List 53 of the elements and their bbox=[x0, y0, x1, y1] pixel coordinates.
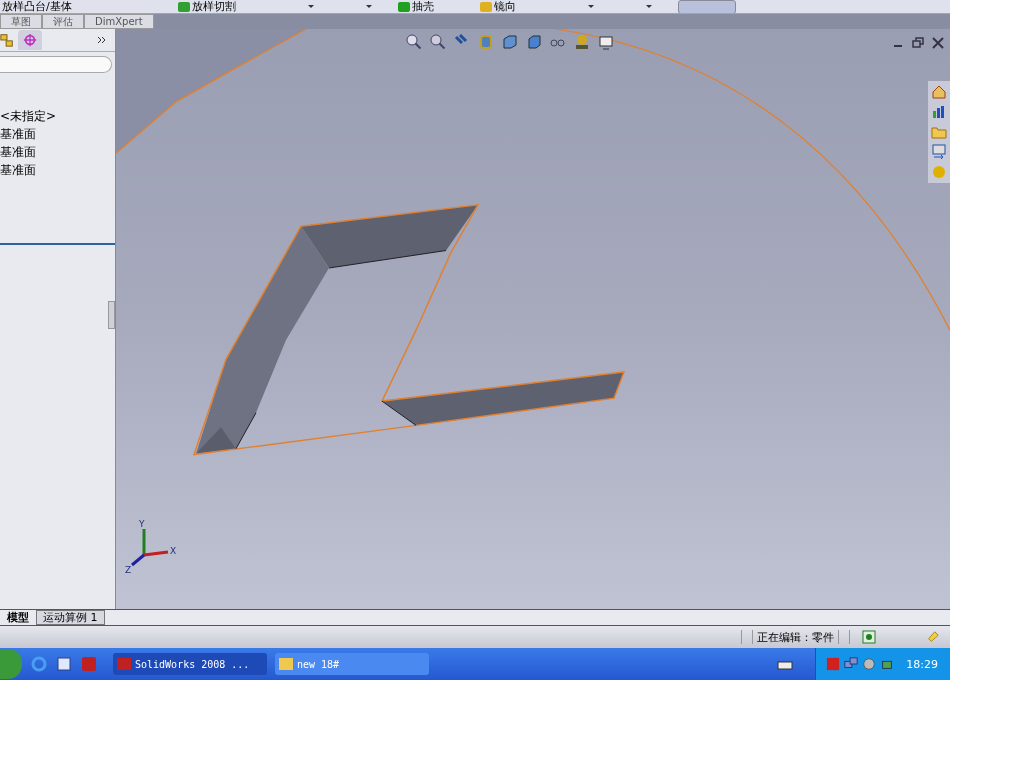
app-icon bbox=[117, 658, 131, 670]
model-tab[interactable]: 运动算例 1 bbox=[36, 610, 105, 625]
bar-chart-icon[interactable] bbox=[931, 104, 947, 120]
dropdown-arrow-icon[interactable] bbox=[587, 5, 594, 8]
zoom-to-fit-icon[interactable] bbox=[406, 34, 422, 50]
dropdown-arrow-icon[interactable] bbox=[645, 5, 652, 8]
close-icon[interactable] bbox=[932, 37, 944, 49]
expand-icon[interactable] bbox=[97, 36, 107, 44]
tree-item[interactable]: 基准面 bbox=[0, 143, 115, 161]
toolbar-button[interactable]: 放样凸台/基体 bbox=[0, 0, 78, 13]
crosshair-icon[interactable] bbox=[18, 30, 42, 50]
network-icon[interactable] bbox=[844, 657, 859, 671]
status-text: 正在编辑：零件 bbox=[757, 629, 834, 645]
dropdown-arrow-icon[interactable] bbox=[307, 5, 314, 8]
toolbar-button[interactable]: 镜向 bbox=[491, 0, 522, 13]
toolbar-button[interactable]: 放样切割 bbox=[189, 0, 242, 13]
panel-grip[interactable] bbox=[108, 301, 115, 329]
taskbar-button[interactable]: SolidWorks 2008 ... bbox=[113, 653, 267, 675]
status-divider bbox=[741, 630, 753, 644]
command-tab[interactable]: 草图 bbox=[0, 14, 42, 29]
restore-icon[interactable] bbox=[912, 37, 924, 49]
axis-label: Z bbox=[125, 565, 132, 575]
feature-icon[interactable] bbox=[177, 1, 190, 12]
folder-icon bbox=[279, 658, 293, 670]
tree-item[interactable]: 基准面 bbox=[0, 161, 115, 179]
tree-item[interactable]: <未指定> bbox=[0, 107, 115, 125]
house-icon[interactable] bbox=[931, 84, 947, 100]
toolbar-slot[interactable] bbox=[677, 0, 736, 13]
panel-icon[interactable] bbox=[931, 144, 947, 160]
toolbar-button[interactable]: 抽壳 bbox=[409, 0, 440, 13]
tree-item[interactable]: 基准面 bbox=[0, 125, 115, 143]
tag-icon[interactable] bbox=[926, 630, 940, 644]
status-divider bbox=[838, 630, 850, 644]
dropdown-arrow-icon[interactable] bbox=[365, 5, 372, 8]
cube-icon[interactable] bbox=[526, 34, 542, 50]
axis-triad-drawing bbox=[131, 529, 169, 567]
browser-icon[interactable] bbox=[31, 656, 47, 672]
clock: 18:29 bbox=[906, 657, 938, 671]
monitor-icon[interactable] bbox=[598, 34, 614, 50]
feature-icon[interactable] bbox=[397, 1, 410, 12]
zoom-area-icon[interactable] bbox=[430, 34, 446, 50]
folder-icon[interactable] bbox=[931, 124, 947, 140]
command-tab[interactable]: 评估 bbox=[42, 14, 84, 29]
help-icon[interactable] bbox=[862, 630, 876, 644]
axis-label: X bbox=[170, 546, 177, 556]
speaker-icon[interactable] bbox=[862, 657, 877, 671]
sphere-icon[interactable] bbox=[574, 34, 590, 50]
cube-icon[interactable] bbox=[502, 34, 518, 50]
command-tab[interactable]: DimXpert bbox=[84, 14, 154, 29]
keyboard-icon[interactable] bbox=[777, 658, 794, 670]
start-button[interactable] bbox=[0, 649, 22, 679]
axis-label: Y bbox=[139, 519, 145, 529]
filter-field[interactable] bbox=[0, 56, 112, 73]
